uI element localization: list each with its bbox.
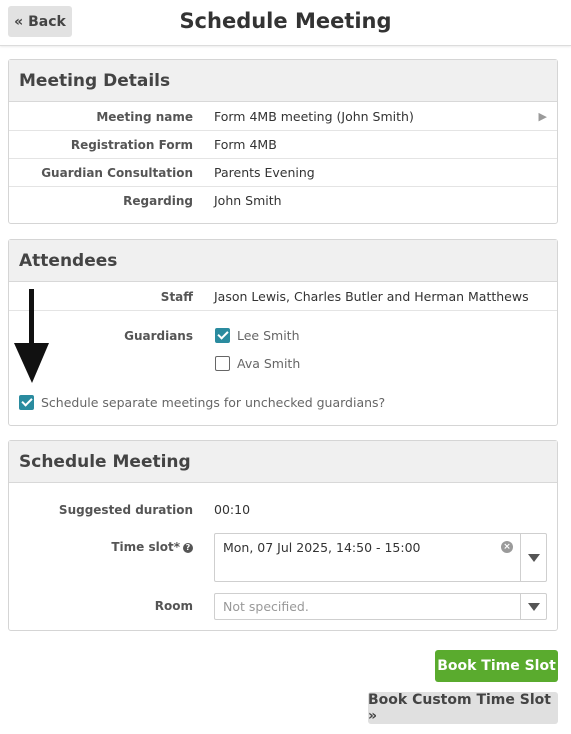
regarding-row: Regarding John Smith [9,187,557,215]
book-time-slot-button[interactable]: Book Time Slot [435,650,558,682]
guardian-consultation-label: Guardian Consultation [41,166,193,180]
guardian-checkbox-ava-smith[interactable] [215,356,230,371]
time-slot-label: Time slot*? [111,540,193,554]
schedule-meeting-heading: Schedule Meeting [9,441,557,483]
time-slot-value: Mon, 07 Jul 2025, 14:50 - 15:00 [223,540,421,555]
meeting-name-value: Form 4MB meeting (John Smith) [214,109,414,124]
registration-form-value: Form 4MB [214,137,277,152]
meeting-details-heading: Meeting Details [9,60,557,102]
page-title: Schedule Meeting [179,9,392,33]
room-select[interactable]: Not specified. [214,593,547,620]
staff-row: Staff Jason Lewis, Charles Butler and He… [9,283,557,311]
suggested-duration-value: 00:10 [214,502,251,517]
attendees-heading: Attendees [9,240,557,282]
time-slot-select[interactable]: Mon, 07 Jul 2025, 14:50 - 15:00 × [214,533,547,582]
meeting-details-panel: Meeting Details Meeting name Form 4MB me… [8,59,558,224]
separate-meetings-label[interactable]: Schedule separate meetings for unchecked… [41,395,385,410]
guardian-checkbox-lee-smith[interactable] [215,328,230,343]
regarding-label: Regarding [123,194,193,208]
guardian-name-lee-smith[interactable]: Lee Smith [237,328,300,343]
suggested-duration-label: Suggested duration [58,503,193,517]
meeting-name-label: Meeting name [96,110,193,124]
time-slot-dropdown-toggle[interactable] [520,534,546,581]
clear-icon[interactable]: × [501,541,513,553]
registration-form-row: Registration Form Form 4MB [9,131,557,159]
regarding-value: John Smith [214,193,282,208]
schedule-meeting-panel: Schedule Meeting Suggested duration 00:1… [8,440,558,631]
meeting-name-row[interactable]: Meeting name Form 4MB meeting (John Smit… [9,103,557,131]
guardian-name-ava-smith[interactable]: Ava Smith [237,356,300,371]
staff-value: Jason Lewis, Charles Butler and Herman M… [214,289,529,304]
attendees-panel: Attendees Staff Jason Lewis, Charles But… [8,239,558,426]
guardian-consultation-value: Parents Evening [214,165,315,180]
room-dropdown-toggle[interactable] [520,594,546,619]
room-placeholder: Not specified. [223,599,309,614]
guardian-consultation-row: Guardian Consultation Parents Evening [9,159,557,187]
top-bar: « Back Schedule Meeting [0,0,571,46]
separate-meetings-checkbox[interactable] [19,395,34,410]
chevron-down-icon [527,602,540,611]
time-slot-label-text: Time slot* [111,540,180,554]
chevron-down-icon [527,553,540,562]
book-custom-time-slot-button[interactable]: Book Custom Time Slot » [368,692,558,724]
annotation-arrow-icon [14,289,49,383]
staff-label: Staff [160,290,193,304]
help-icon[interactable]: ? [183,543,193,553]
triangle-right-icon[interactable]: ▶ [539,110,547,123]
room-label: Room [154,599,193,613]
guardians-label: Guardians [124,329,193,343]
registration-form-label: Registration Form [70,138,193,152]
